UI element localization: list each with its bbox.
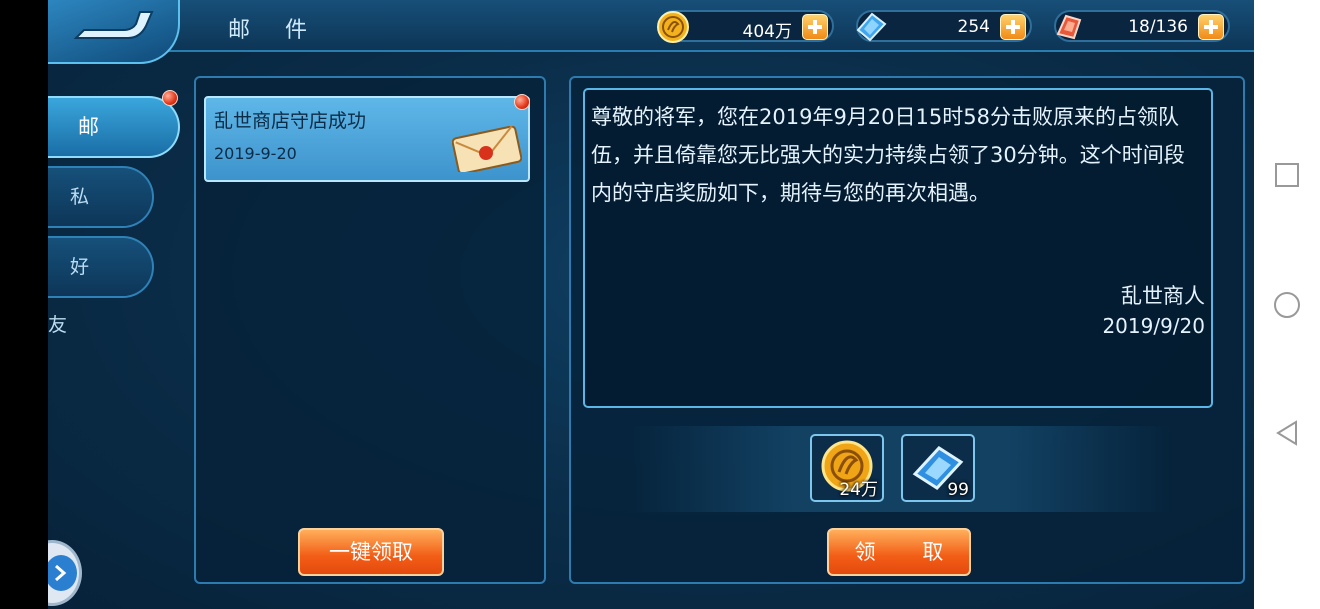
mail-list-panel: 乱世商店守店成功 2019-9-20 一键领取 [194,76,546,584]
top-bar: 邮 件 404万 254 18/136 [48,0,1254,64]
gold-resource: 404万 [657,10,834,43]
back-button[interactable] [48,0,180,64]
screen: 邮 件 404万 254 18/136 邮 私 好 友 乱世商店守店成功 201… [0,0,1320,609]
message-body: 尊敬的将军，您在2019年9月20日15时58分击败原来的占领队伍，并且倚靠您无… [591,105,1185,205]
reward-gold-quantity: 24万 [839,480,878,500]
mail-list-item[interactable]: 乱世商店守店成功 2019-9-20 [204,94,530,182]
game-window: 邮 件 404万 254 18/136 邮 私 好 友 乱世商店守店成功 201… [48,0,1254,609]
red-crystal-icon [1056,14,1082,40]
stamina-resource: 18/136 [1054,10,1230,42]
tab-private-message[interactable]: 私 信 [48,166,154,266]
android-nav-bar [1254,0,1320,609]
unread-badge [514,94,530,110]
claim-button[interactable]: 领 取 [827,528,971,576]
mail-notification-badge [162,90,178,106]
add-gold-button[interactable] [802,14,828,40]
claim-all-button[interactable]: 一键领取 [298,528,444,576]
reward-gold[interactable]: 24万 [810,434,884,502]
page-title: 邮 件 [228,18,321,43]
gem-value: 254 [957,17,990,37]
expand-button[interactable] [48,540,82,606]
tab-friends-label: 好 友 [48,256,108,336]
blue-gem-icon [856,12,887,42]
message-box: 尊敬的将军，您在2019年9月20日15时58分击败原来的占领队伍，并且倚靠您无… [583,88,1213,408]
chevron-right-icon [55,564,67,582]
reward-gem-quantity: 99 [947,480,969,500]
letter-date: 2019/9/20 [1102,314,1205,338]
reward-gem[interactable]: 99 [901,434,975,502]
gem-resource: 254 [856,10,1032,42]
envelope-icon [452,126,522,172]
tab-mail[interactable]: 邮 件 [48,96,180,197]
back-icon[interactable] [1272,418,1302,448]
tab-friends[interactable]: 好 友 [48,236,154,336]
stamina-value: 18/136 [1128,17,1188,37]
sender-name: 乱世商人 [1121,284,1205,308]
mail-date: 2019-9-20 [214,144,297,163]
home-icon[interactable] [1272,290,1302,320]
add-stamina-button[interactable] [1198,14,1224,40]
mail-detail-panel: 尊敬的将军，您在2019年9月20日15时58分击败原来的占领队伍，并且倚靠您无… [569,76,1245,584]
gold-coin-icon [657,11,689,43]
add-gem-button[interactable] [1000,14,1026,40]
recent-apps-icon[interactable] [1272,160,1302,190]
logo-icon [73,11,154,39]
gold-value: 404万 [742,22,792,42]
mail-subject: 乱世商店守店成功 [214,110,367,132]
